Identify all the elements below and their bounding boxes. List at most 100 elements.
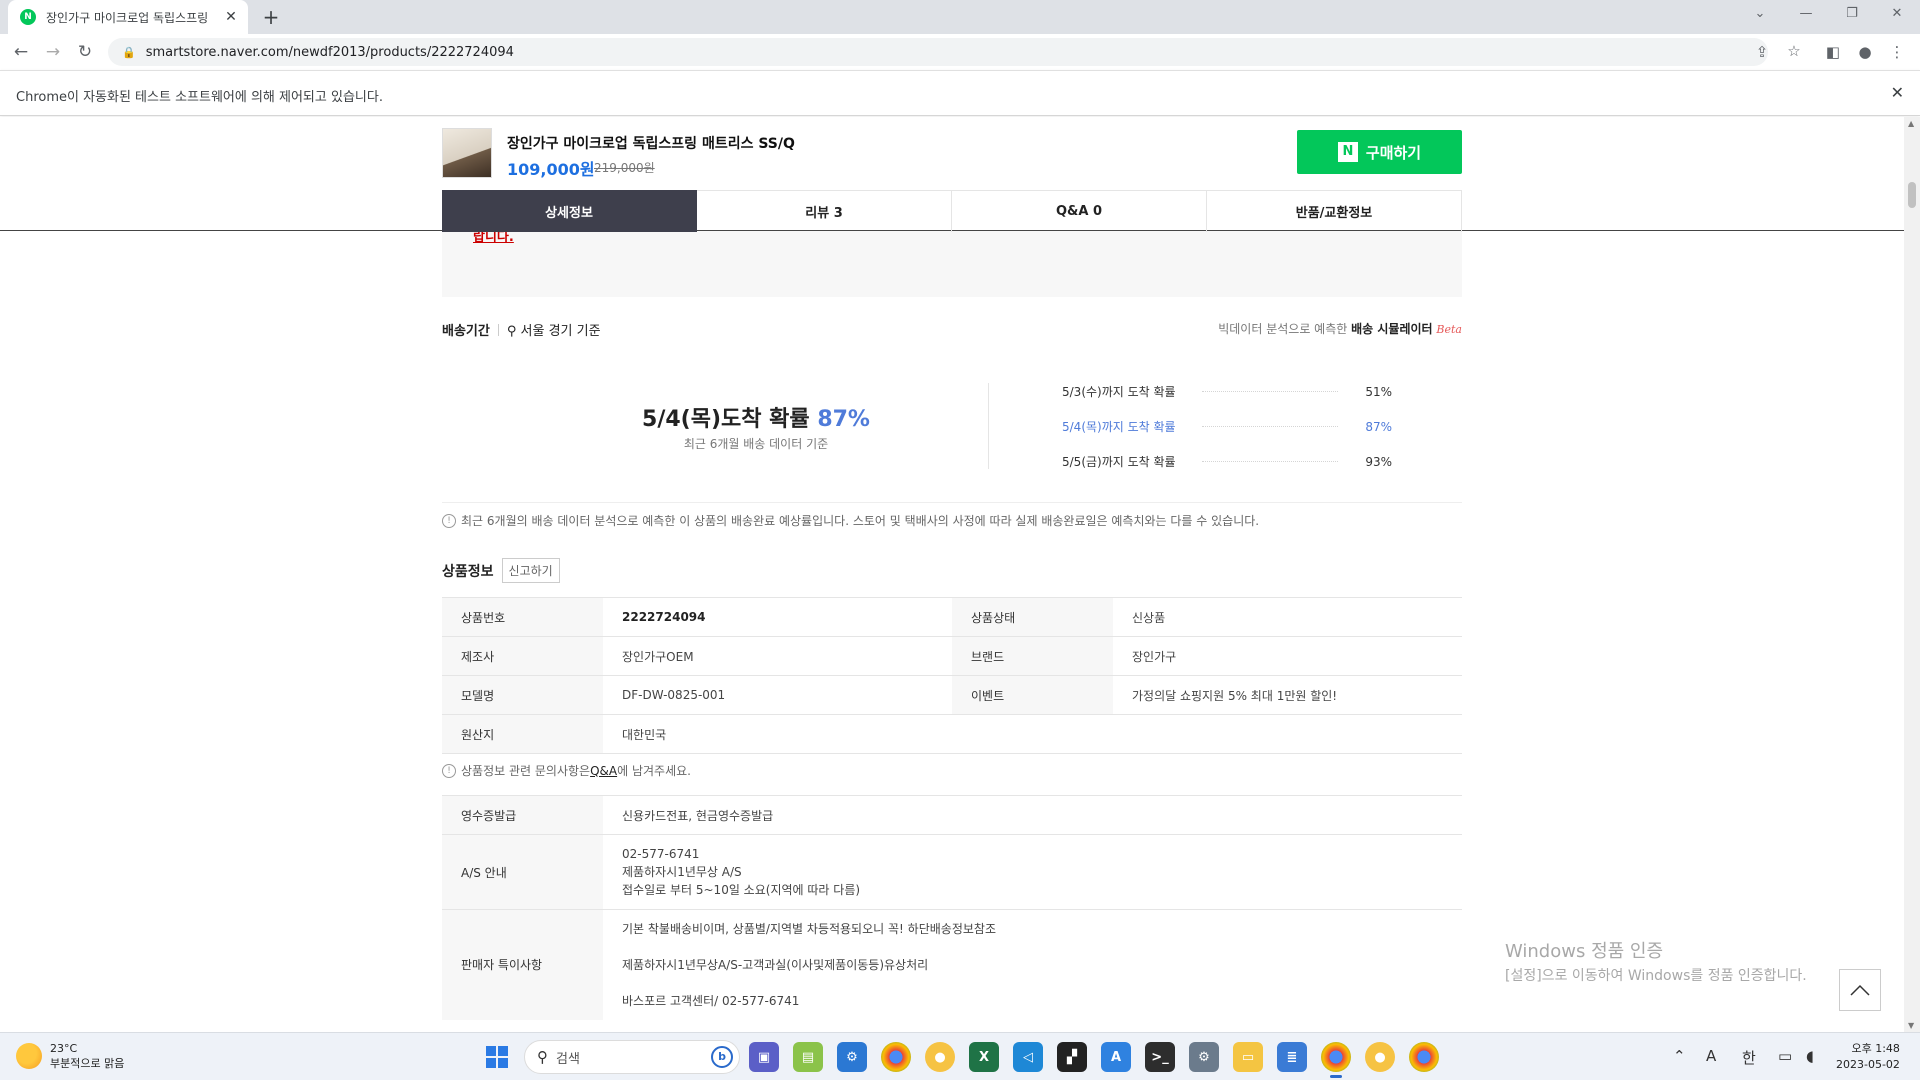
taskbar-search[interactable]: ⚲ 검색 b (524, 1040, 740, 1074)
tab-return-exchange[interactable]: 반품/교환정보 (1207, 190, 1462, 232)
as-phone: 02-577-6741 (622, 847, 700, 861)
watermark-title: Windows 정품 인증 (1505, 941, 1664, 962)
spec-value: DF-DW-0825-001 (603, 675, 952, 715)
kakaotalk-icon[interactable]: ● (925, 1042, 955, 1072)
automation-infobar: Chrome이 자동화된 테스트 소프트웨어에 의해 제어되고 있습니다. ✕ (0, 70, 1920, 116)
arrival-date-text: 5/4(목)도착 확률 (642, 407, 810, 432)
arrival-probability-main: 5/4(목)도착 확률 87% 최근 6개월 배송 데이터 기준 (442, 401, 1070, 452)
bookmark-star-icon[interactable]: ☆ (1782, 39, 1806, 63)
reload-icon[interactable]: ↻ (72, 39, 98, 65)
product-tabs: 상세정보 리뷰 3 Q&A 0 반품/교환정보 (442, 190, 1462, 232)
minimize-button[interactable]: — (1783, 0, 1829, 30)
side-panel-icon[interactable]: ◧ (1821, 40, 1845, 64)
dotted-leader (1202, 426, 1338, 427)
extra-value: 기본 착불배송비이며, 상품별/지역별 차등적용되오니 꼭! 하단배송정보참조 … (603, 909, 1462, 1020)
chrome-icon[interactable] (881, 1042, 911, 1072)
page-scrollbar[interactable]: ▲ ▼ (1904, 117, 1920, 1032)
weather-text: 부분적으로 맑음 (50, 1057, 125, 1070)
probability-date: 5/3(수)까지 도착 확률 (1062, 385, 1176, 399)
new-tab-button[interactable]: + (258, 4, 284, 30)
divider (988, 383, 989, 469)
gear-icon[interactable]: ⚙ (1189, 1042, 1219, 1072)
infobar-close-icon[interactable]: ✕ (1891, 83, 1904, 102)
spec-value: 장인가구 (1113, 636, 1462, 676)
tray-chevron-icon[interactable]: ⌃ (1673, 1047, 1686, 1065)
kakaotalk-icon[interactable]: ● (1365, 1042, 1395, 1072)
vscode-icon[interactable]: ◁ (1013, 1042, 1043, 1072)
spec-key: 상품상태 (952, 597, 1113, 637)
address-bar[interactable]: 🔒 smartstore.naver.com/newdf2013/product… (108, 38, 1768, 66)
windows-activation-watermark: Windows 정품 인증 [설정]으로 이동하여 Windows를 정품 인증… (1505, 937, 1807, 985)
share-icon[interactable]: ⇪ (1750, 40, 1774, 64)
tab-review[interactable]: 리뷰 3 (697, 190, 952, 232)
arrival-probability-headline: 5/4(목)도착 확률 87% (442, 401, 1070, 433)
weather-sun-icon (16, 1043, 42, 1069)
qna-link[interactable]: Q&A (590, 764, 617, 778)
chrome-icon[interactable] (1409, 1042, 1439, 1072)
tab-qna[interactable]: Q&A 0 (952, 190, 1207, 232)
qna-note-prefix: 상품정보 관련 문의사항은 (461, 764, 591, 778)
back-icon[interactable]: ← (8, 39, 34, 65)
excel-icon[interactable]: X (969, 1042, 999, 1072)
profile-icon[interactable]: ● (1853, 40, 1877, 64)
spec-key: 이벤트 (952, 675, 1113, 715)
seller-note: 제품하자시1년무상A/S-고객과실(이사및제품이동등)유상처리 (622, 957, 929, 972)
file-explorer-icon[interactable]: ▭ (1233, 1042, 1263, 1072)
qna-note: ! 상품정보 관련 문의사항은 Q&A 에 남겨주세요. (442, 762, 691, 779)
weather-widget[interactable]: 23°C 부분적으로 맑음 (16, 1041, 124, 1071)
scroll-up-icon[interactable]: ▲ (1908, 119, 1914, 128)
buy-button[interactable]: N 구매하기 (1297, 130, 1462, 174)
chrome-active-icon[interactable] (1321, 1042, 1351, 1078)
volume-icon[interactable]: ◖ (1806, 1047, 1814, 1065)
menu-icon[interactable]: ⋮ (1885, 40, 1909, 64)
spec-key: 제조사 (442, 636, 603, 676)
report-button[interactable]: 신고하기 (501, 558, 560, 583)
forward-icon[interactable]: → (40, 39, 66, 65)
delivery-location[interactable]: 서울 경기 기준 (521, 324, 601, 339)
restore-button[interactable]: ❐ (1829, 0, 1875, 30)
system-clock[interactable]: 오후 1:48 2023-05-02 (1836, 1041, 1900, 1073)
probability-value: 87% (1365, 419, 1392, 434)
network-icon[interactable]: ▭ (1778, 1047, 1792, 1065)
seller-note: 바스포르 고객센터/ 02-577-6741 (622, 993, 800, 1008)
arrival-pct: 87% (817, 407, 870, 432)
divider (442, 502, 1462, 503)
table-row: 모델명 DF-DW-0825-001 이벤트 가정의달 쇼핑지원 5% 최대 1… (442, 675, 1462, 715)
extra-value: 신용카드전표, 현금영수증발급 (603, 795, 1462, 835)
table-row: 판매자 특이사항 기본 착불배송비이며, 상품별/지역별 차등적용되오니 꼭! … (442, 909, 1462, 1020)
notepad-icon[interactable]: ≣ (1277, 1042, 1307, 1072)
tab-strip: N 장인가구 마이크로업 독립스프링 ✕ + ⌄ — ❐ ✕ (0, 0, 1920, 34)
info-icon: ! (442, 763, 456, 778)
tab-close-icon[interactable]: ✕ (222, 9, 240, 25)
ime-icon[interactable]: A (1706, 1047, 1716, 1065)
extra-info-table: 영수증발급 신용카드전표, 현금영수증발급 A/S 안내 02-577-6741… (442, 795, 1462, 1020)
language-indicator[interactable]: 한 (1742, 1047, 1756, 1068)
tab-search-icon[interactable]: ⌄ (1737, 0, 1783, 30)
as-warranty: 제품하자시1년무상 A/S (622, 865, 742, 879)
naver-favicon-icon: N (20, 9, 36, 25)
product-thumbnail[interactable] (442, 128, 492, 178)
tab-detail[interactable]: 상세정보 (442, 190, 697, 232)
probability-date: 5/4(목)까지 도착 확률 (1062, 420, 1176, 434)
settings-app-icon[interactable]: ⚙ (837, 1042, 867, 1072)
terminal-icon[interactable]: >_ (1145, 1042, 1175, 1072)
start-icon[interactable] (482, 1042, 512, 1072)
delivery-header: 배송기간 ⚲ 서울 경기 기준 빅데이터 분석으로 예측한 배송 시뮬레이터 Be… (442, 320, 1462, 339)
clock-time: 오후 1:48 (1851, 1042, 1900, 1055)
sticky-notes-icon[interactable]: ▞ (1057, 1042, 1087, 1072)
teams-icon[interactable]: ▣ (749, 1042, 779, 1072)
table-row: A/S 안내 02-577-6741 제품하자시1년무상 A/S 접수일로 부터… (442, 834, 1462, 910)
browser-tab[interactable]: N 장인가구 마이크로업 독립스프링 ✕ (8, 0, 248, 34)
scroll-down-icon[interactable]: ▼ (1908, 1021, 1914, 1030)
close-window-button[interactable]: ✕ (1874, 0, 1920, 30)
photos-icon[interactable]: ▤ (793, 1042, 823, 1072)
table-row: 상품번호 2222724094 상품상태 신상품 (442, 597, 1462, 637)
scroll-to-top-button[interactable] (1839, 969, 1881, 1011)
scrollbar-thumb[interactable] (1908, 182, 1916, 208)
tab-title: 장인가구 마이크로업 독립스프링 (46, 10, 209, 25)
as-period: 접수일로 부터 5~10일 소요(지역에 따라 다름) (622, 883, 861, 897)
location-pin-icon: ⚲ (506, 324, 517, 339)
table-row: 제조사 장인가구OEM 브랜드 장인가구 (442, 636, 1462, 676)
temperature: 23°C (50, 1042, 78, 1055)
azure-icon[interactable]: A (1101, 1042, 1131, 1072)
